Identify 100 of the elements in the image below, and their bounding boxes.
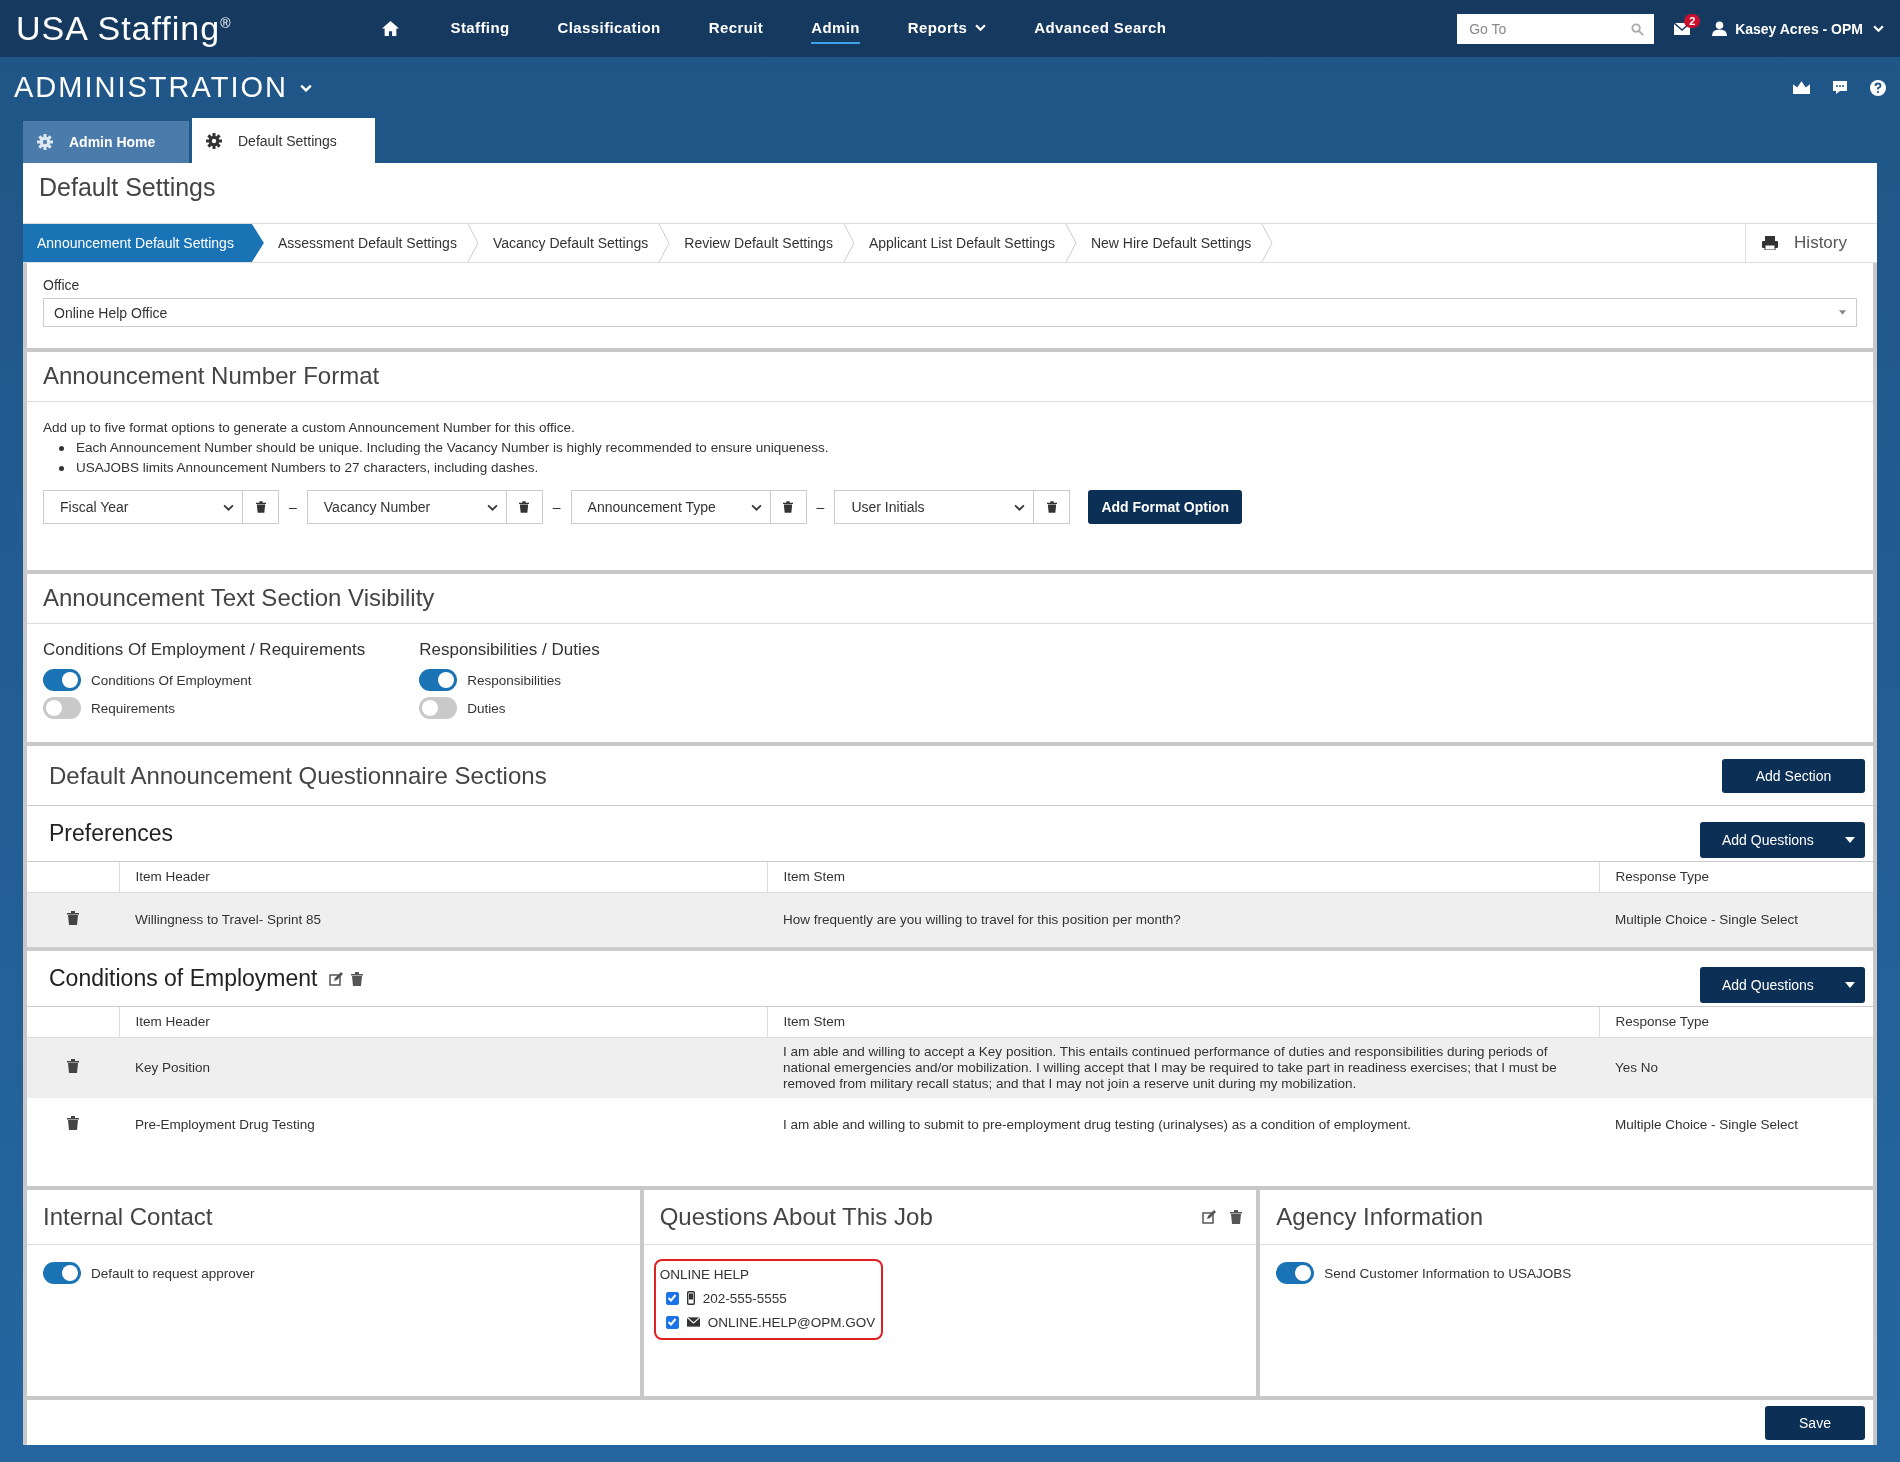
bullet-text: Each Announcement Number should be unique. Including the Vacancy Number is highly recommended to ensure uniqueness. xyxy=(76,439,829,457)
toggle-switch[interactable] xyxy=(1276,1262,1315,1284)
save-button[interactable]: Save xyxy=(1765,1405,1865,1440)
column-header: Response Type xyxy=(1599,862,1873,892)
table-cell: Willingness to Travel- Sprint 85 xyxy=(119,892,767,947)
chevron-down-icon xyxy=(486,503,498,511)
column-header: Item Stem xyxy=(767,862,1599,892)
table-cell: Key Position xyxy=(119,1037,767,1098)
step-tab[interactable]: Vacancy Default Settings xyxy=(478,224,659,262)
bullet-icon xyxy=(59,465,64,471)
nav-link[interactable]: Advanced Search xyxy=(1034,13,1167,44)
table-cell: How frequently are you willing to travel for this position per month? xyxy=(767,892,1599,947)
trash-icon xyxy=(255,501,266,513)
brand-logo[interactable]: USA Staffing$^{®}$ xyxy=(16,9,232,48)
subsection-title: Conditions of Employment xyxy=(49,965,318,992)
nav-link[interactable]: Admin xyxy=(811,13,860,44)
toggle-switch[interactable] xyxy=(43,697,81,719)
trash-icon[interactable] xyxy=(1230,1210,1243,1224)
chevron-divider-icon xyxy=(1261,224,1274,262)
table-cell: Multiple Choice - Single Select xyxy=(1599,892,1873,947)
format-select[interactable]: Vacancy Number xyxy=(306,490,507,524)
checkbox[interactable] xyxy=(665,1291,679,1305)
add-section-button[interactable]: Add Section xyxy=(1722,758,1865,793)
caret-icon xyxy=(1845,981,1855,988)
office-select[interactable]: Online Help Office xyxy=(43,298,1857,327)
step-tab[interactable]: Review Default Settings xyxy=(670,224,843,262)
trash-icon xyxy=(1046,501,1057,513)
step-tab[interactable]: Assessment Default Settings xyxy=(263,224,467,262)
edit-icon[interactable] xyxy=(1202,1210,1217,1224)
gear-icon xyxy=(206,132,222,149)
delete-button[interactable] xyxy=(1034,490,1071,524)
envelope-icon xyxy=(686,1317,700,1327)
column-header: Item Header xyxy=(119,1007,767,1037)
help-icon[interactable] xyxy=(1870,79,1886,96)
toggle-switch[interactable] xyxy=(419,697,458,719)
section-title: Announcement Number Format xyxy=(27,352,1873,402)
page-tab[interactable]: Admin Home xyxy=(23,121,189,163)
toggle-label: Default to request approver xyxy=(91,1265,255,1281)
trash-icon[interactable] xyxy=(351,971,364,986)
column-header: Response Type xyxy=(1599,1007,1873,1037)
step-tab[interactable]: Applicant List Default Settings xyxy=(854,224,1065,262)
dash-separator: – xyxy=(289,499,297,515)
nav-link[interactable]: Recruit xyxy=(708,13,764,44)
column-header: Item Stem xyxy=(767,1007,1599,1037)
chevron-down-icon xyxy=(299,83,312,92)
user-menu[interactable]: Kasey Acres - OPM xyxy=(1735,20,1884,37)
nav-link[interactable]: Reports xyxy=(907,13,987,44)
table-cell: I am able and willing to submit to pre-employment drug testing (urinalyses) as a condition of employment. xyxy=(767,1097,1599,1153)
toggle-label: Requirements xyxy=(91,700,176,716)
step-tab[interactable]: Announcement Default Settings xyxy=(23,224,264,262)
delete-row-button[interactable] xyxy=(67,1058,79,1073)
add-format-option-button[interactable]: Add Format Option xyxy=(1088,490,1242,524)
contact-name: ONLINE HELP xyxy=(659,1267,750,1282)
section-title: Announcement Text Section Visibility xyxy=(27,574,1873,624)
panel-title: Agency Information xyxy=(1276,1203,1485,1231)
bullet-icon xyxy=(59,445,64,451)
section-title: Default Announcement Questionnaire Sections xyxy=(49,761,548,790)
delete-row-button[interactable] xyxy=(67,910,79,925)
format-select[interactable]: Fiscal Year xyxy=(43,490,243,524)
table-cell: Multiple Choice - Single Select xyxy=(1599,1097,1873,1153)
chevron-down-icon xyxy=(1014,503,1026,511)
delete-button[interactable] xyxy=(770,490,807,524)
page-title: Default Settings xyxy=(38,172,217,203)
delete-row-button[interactable] xyxy=(67,1116,79,1130)
delete-button[interactable] xyxy=(506,490,543,524)
mail-icon[interactable] xyxy=(1674,22,1691,35)
group-title: Responsibilities / Duties xyxy=(419,640,600,660)
checkbox[interactable] xyxy=(665,1315,679,1329)
dash-separator: – xyxy=(552,499,561,515)
notification-badge: 2 xyxy=(1684,13,1701,28)
chevron-down-icon xyxy=(223,503,234,511)
table-cell: Pre-Employment Drug Testing xyxy=(119,1097,767,1153)
nav-link[interactable]: Classification xyxy=(557,13,661,44)
home-icon[interactable] xyxy=(381,21,399,36)
field-label: Office xyxy=(43,277,81,293)
edit-icon[interactable] xyxy=(329,971,344,986)
app-title[interactable]: ADMINISTRATION xyxy=(14,71,312,104)
nav-link[interactable]: Staffing xyxy=(450,13,510,44)
toggle-switch[interactable] xyxy=(43,1262,81,1284)
panel-title: Internal Contact xyxy=(43,1203,214,1231)
format-select[interactable]: Announcement Type xyxy=(570,490,771,524)
comment-icon[interactable] xyxy=(1832,80,1848,95)
toggle-label: Responsibilities xyxy=(467,672,561,688)
caret-icon xyxy=(1845,836,1855,843)
toggle-switch[interactable] xyxy=(419,669,458,691)
step-tab[interactable]: New Hire Default Settings xyxy=(1076,224,1262,262)
column-header: Item Header xyxy=(119,862,767,892)
format-select[interactable]: User Initials xyxy=(834,490,1035,524)
user-icon xyxy=(1712,21,1728,36)
phone-icon xyxy=(686,1291,695,1305)
toggle-switch[interactable] xyxy=(43,669,81,691)
go-to-field[interactable]: Go To xyxy=(1457,13,1655,44)
page-tab[interactable]: Default Settings xyxy=(192,118,375,163)
delete-button[interactable] xyxy=(243,490,279,524)
table-cell: Yes No xyxy=(1599,1037,1873,1098)
chevron-down-icon xyxy=(1873,25,1884,32)
trash-icon xyxy=(67,1116,79,1130)
add-questions-button[interactable]: Add Questions xyxy=(1700,821,1865,858)
add-questions-button[interactable]: Add Questions xyxy=(1700,966,1865,1003)
toggle-label: Conditions Of Employment xyxy=(91,672,252,688)
